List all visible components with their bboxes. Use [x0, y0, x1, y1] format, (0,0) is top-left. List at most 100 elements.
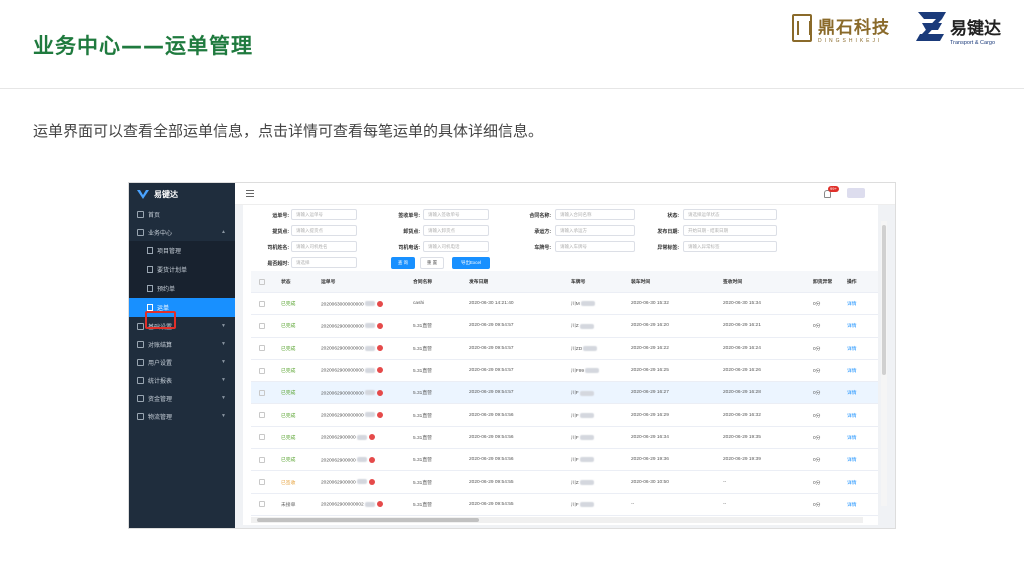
contract-name-label: 合同名称: — [529, 212, 551, 219]
column-header[interactable]: 发布日期 — [469, 278, 488, 285]
cell-text: -- — [723, 479, 727, 485]
details-link[interactable]: 详情 — [847, 345, 857, 352]
cell-sign: 2020-06-29 19:39 — [723, 457, 761, 462]
sign-no-input[interactable]: 请输入签收单号 — [423, 209, 489, 220]
contract-name-input[interactable]: 请输入合同名称 — [555, 209, 635, 220]
cell-sign: 2020-06-30 15:34 — [723, 301, 761, 306]
app-brand[interactable]: 易键达 — [129, 183, 235, 205]
sidebar-item-0[interactable]: 首页 — [129, 205, 235, 223]
cell-load: 2020-06-29 16:25 — [631, 368, 669, 373]
table-row[interactable]: 已完成 2020062900000 5.31直营 2020-06-29 09:54:5… — [251, 427, 878, 450]
row-checkbox[interactable] — [259, 412, 265, 419]
row-checkbox[interactable] — [259, 434, 265, 441]
column-header[interactable]: 车牌号 — [571, 278, 585, 285]
row-checkbox[interactable] — [259, 389, 265, 396]
cell-waybill: 2020062900000000 — [321, 367, 383, 374]
cell-plate: 川F — [571, 501, 594, 508]
details-link[interactable]: 详情 — [847, 501, 857, 508]
cell-text: 2020-06-29 16:25 — [631, 368, 669, 374]
sidebar-item-10[interactable]: 资金管理 ▼ — [129, 389, 235, 407]
details-link[interactable]: 详情 — [847, 456, 857, 463]
user-avatar[interactable] — [847, 188, 865, 198]
table-row[interactable]: 已签收 2020062900000 5.31直营 2020-06-29 09:54:5… — [251, 471, 878, 494]
query-button[interactable]: 查 询 — [391, 257, 415, 269]
carrier-input[interactable]: 请输入承运方 — [555, 225, 635, 236]
title-divider — [0, 88, 1024, 89]
publish-date-range[interactable]: 开始日期 - 结束日期 — [683, 225, 777, 236]
sidebar-item-9[interactable]: 统计报表 ▼ — [129, 371, 235, 389]
cell-text: 2020-06-29 16:24 — [723, 345, 761, 351]
reset-button[interactable]: 重 置 — [420, 257, 444, 269]
column-header[interactable]: 装车时间 — [631, 278, 650, 285]
driver-name-label: 司机姓名: — [267, 244, 289, 251]
column-header[interactable]: 操作 — [847, 278, 857, 285]
row-checkbox[interactable] — [259, 300, 265, 307]
driver-name-input[interactable]: 请输入司机姓名 — [291, 241, 357, 252]
sidebar-item-8[interactable]: 用户设置 ▼ — [129, 353, 235, 371]
table-row[interactable]: 已完成 2020062900000 5.31直营 2020-06-29 09:54:5… — [251, 449, 878, 472]
table-row[interactable]: 已完成 2020062900000000 5.31直营 2020-06-29 09:5… — [251, 404, 878, 427]
pickup-input[interactable]: 请输入提货点 — [291, 225, 357, 236]
details-link[interactable]: 详情 — [847, 434, 857, 441]
horizontal-scroll-thumb[interactable] — [257, 518, 479, 522]
sidebar-item-2[interactable]: 项目管理 — [129, 241, 235, 260]
sidebar-item-11[interactable]: 物流管理 ▼ — [129, 407, 235, 425]
vertical-scrollbar[interactable] — [881, 221, 887, 506]
hamburger-icon[interactable] — [246, 190, 254, 197]
details-link[interactable]: 详情 — [847, 479, 857, 486]
details-link[interactable]: 详情 — [847, 389, 857, 396]
details-link[interactable]: 详情 — [847, 412, 857, 419]
exception-tag-input[interactable]: 请输入异常标签 — [683, 241, 777, 252]
waybill-no-input[interactable]: 请输入运单号 — [291, 209, 357, 220]
table-row[interactable]: 已完成 2020062900000000 5.31直营 2020-06-29 09:5… — [251, 360, 878, 383]
column-header[interactable]: 运单号 — [321, 278, 335, 285]
row-checkbox[interactable] — [259, 322, 265, 329]
overtime-select[interactable]: 请选择 — [291, 257, 357, 268]
redacted-mark — [579, 457, 594, 463]
row-checkbox[interactable] — [259, 479, 265, 486]
row-checkbox[interactable] — [259, 456, 265, 463]
export-excel-button[interactable]: 导出Excel — [452, 257, 490, 269]
table-row[interactable]: 已完成 2020062900000000 5.31直营 2020-06-29 09:5… — [251, 338, 878, 360]
alert-dot-icon — [376, 322, 383, 329]
vertical-scroll-thumb[interactable] — [882, 225, 886, 375]
table-row[interactable]: 未接单 2020062900000002 5.31直营 2020-06-29 09:5… — [251, 494, 878, 516]
dingshi-logo: 鼎石科技 DINGSHIKEJI — [792, 10, 890, 46]
sidebar-item-4[interactable]: 预约单 — [129, 279, 235, 298]
cell-plate: 川Z — [571, 322, 594, 329]
row-checkbox[interactable] — [259, 345, 265, 352]
status-select[interactable]: 请选择运单状态 — [683, 209, 777, 220]
redacted-mark — [356, 457, 367, 463]
alert-dot-icon — [368, 434, 375, 441]
menu-item-icon — [137, 394, 144, 402]
table-row[interactable]: 已完成 2020063000000000 cashi 2020-06-30 14:21… — [251, 293, 878, 316]
column-header[interactable]: 合同名称 — [413, 278, 432, 285]
brand-logo-icon — [137, 189, 149, 199]
cell-sign: -- — [723, 480, 726, 485]
details-link[interactable]: 详情 — [847, 367, 857, 374]
details-link[interactable]: 详情 — [847, 300, 857, 307]
cell-waybill: 2020063000000000 — [321, 300, 383, 307]
cell-sign: 2020-06-29 16:21 — [723, 323, 761, 328]
row-checkbox[interactable] — [259, 501, 265, 508]
unload-input[interactable]: 请输入卸货点 — [423, 225, 489, 236]
table-row[interactable]: 已完成 2020062900000000 5.31直营 2020-06-29 09:5… — [251, 315, 878, 338]
plate-no-input[interactable]: 请输入车牌号 — [555, 241, 635, 252]
cell-date: 2020-06-29 09:54:56 — [469, 435, 514, 440]
cell-status: 已完成 — [281, 412, 295, 419]
sidebar-item-3[interactable]: 要货计划单 — [129, 260, 235, 279]
sidebar-item-1[interactable]: 业务中心 ▲ — [129, 223, 235, 241]
column-header[interactable]: 状态 — [281, 278, 291, 285]
row-checkbox[interactable] — [259, 367, 265, 374]
select-all-checkbox[interactable] — [259, 278, 265, 285]
cell-plate: 川F — [571, 412, 594, 419]
column-header[interactable]: 卸货异常 — [813, 278, 832, 285]
cell-text: 详情 — [847, 302, 857, 308]
details-link[interactable]: 详情 — [847, 322, 857, 329]
sidebar-item-7[interactable]: 对账结算 ▼ — [129, 335, 235, 353]
redacted-mark — [579, 435, 594, 441]
driver-phone-input[interactable]: 请输入司机电话 — [423, 241, 489, 252]
horizontal-scrollbar[interactable] — [251, 517, 863, 523]
table-row[interactable]: 已完成 2020062900000000 5.31直营 2020-06-29 09:5… — [251, 382, 878, 405]
column-header[interactable]: 签收时间 — [723, 278, 742, 285]
